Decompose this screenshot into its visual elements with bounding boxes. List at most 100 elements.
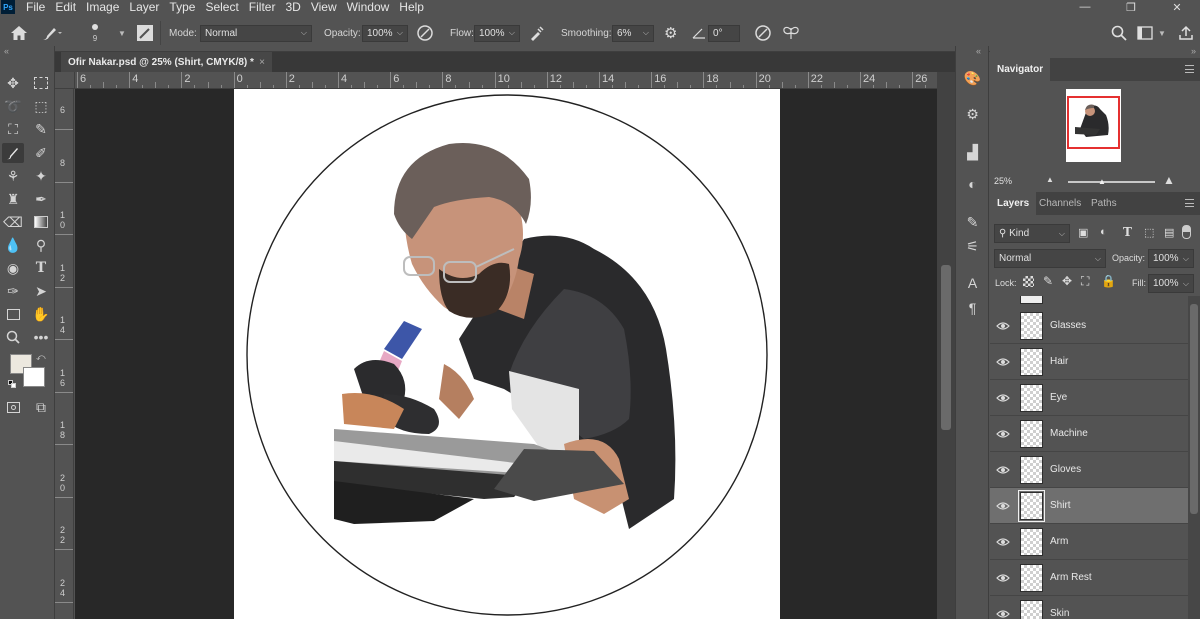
lock-all-icon[interactable]: 🔒 (1101, 274, 1116, 288)
layer-row[interactable]: Eye (990, 380, 1188, 416)
layer-row[interactable]: Shirt (990, 488, 1188, 524)
zoom-in-icon[interactable]: ▲ (1163, 173, 1175, 187)
paragraph-panel-icon[interactable]: ¶ (956, 298, 989, 318)
rectangle-tool-icon[interactable] (2, 304, 24, 324)
marquee-tool-icon[interactable] (30, 73, 52, 93)
angle-input[interactable]: 0° (708, 24, 740, 42)
zoom-out-icon[interactable]: ▲ (1046, 175, 1054, 184)
path-selection-tool-icon[interactable]: ➤ (30, 281, 52, 301)
history-brush-tool-icon[interactable]: ✒ (30, 189, 52, 209)
fill-input[interactable]: 100% ⌵ (1148, 274, 1194, 293)
lock-transparent-icon[interactable] (1023, 276, 1034, 287)
airbrush-icon[interactable] (528, 14, 546, 52)
brush-settings-panel-strip-icon[interactable]: ⚟ (956, 236, 989, 256)
visibility-eye-icon[interactable] (990, 380, 1016, 416)
hand-tool-icon[interactable]: ✋ (30, 304, 52, 324)
navigator-thumbnail[interactable] (1066, 89, 1121, 162)
mode-select[interactable]: Normal ⌵ (200, 24, 312, 42)
blend-mode-select[interactable]: Normal ⌵ (994, 249, 1106, 268)
layer-row[interactable]: Glasses (990, 308, 1188, 344)
restore-button[interactable]: ❐ (1108, 0, 1154, 14)
filter-smart-object-icon[interactable]: ▤ (1164, 226, 1174, 239)
visibility-eye-icon[interactable] (990, 344, 1016, 380)
layers-scroll-thumb[interactable] (1190, 304, 1198, 514)
brush-size-picker[interactable]: 9 (92, 14, 98, 52)
filter-toggle-icon[interactable] (1182, 225, 1191, 239)
crop-tool-icon[interactable]: ⛶ (2, 119, 24, 139)
visibility-eye-icon[interactable] (990, 488, 1016, 524)
eyedropper-tool-icon[interactable]: ✎ (30, 119, 52, 139)
layer-row[interactable]: Machine (990, 416, 1188, 452)
healing-brush-tool-icon[interactable]: ✦ (30, 166, 52, 186)
layers-menu-icon[interactable] (1185, 199, 1194, 207)
menu-filter[interactable]: Filter (249, 0, 276, 14)
layer-row[interactable]: Arm (990, 524, 1188, 560)
stamp-tool-icon[interactable]: ♜ (2, 189, 24, 209)
visibility-eye-icon[interactable] (990, 596, 1016, 619)
blur-tool-icon[interactable]: 💧 (2, 235, 24, 255)
default-colors-icon[interactable] (8, 380, 16, 388)
visibility-eye-icon[interactable] (990, 416, 1016, 452)
lock-artboard-icon[interactable]: ⛶ (1081, 274, 1089, 289)
layer-thumbnail[interactable] (1018, 489, 1045, 522)
zoom-slider-handle[interactable]: ▲ (1098, 177, 1106, 186)
menu-window[interactable]: Window (347, 0, 390, 14)
brush-picker-chevron-icon[interactable]: ▼ (118, 29, 126, 38)
brush-tool-icon[interactable] (2, 143, 24, 163)
adjustments-panel-icon[interactable]: ◐ (956, 174, 989, 194)
menu-view[interactable]: View (311, 0, 337, 14)
zoom-value[interactable]: 25% (994, 176, 1012, 186)
lock-image-icon[interactable]: ✎ (1043, 274, 1053, 288)
layer-thumbnail[interactable] (1020, 383, 1043, 412)
dodge-tool-icon[interactable]: ⚲ (30, 235, 52, 255)
document-canvas[interactable] (234, 89, 780, 619)
eraser-tool-icon[interactable]: ⌫ (2, 212, 24, 232)
move-tool-icon[interactable]: ✥ (2, 73, 24, 93)
filter-shape-icon[interactable]: ⬚ (1144, 226, 1154, 239)
navigator-view-box[interactable] (1067, 96, 1120, 149)
visibility-eye-icon[interactable] (990, 560, 1016, 596)
layer-thumbnail[interactable] (1020, 347, 1043, 376)
zoom-slider[interactable]: ▲ (1068, 177, 1155, 186)
layer-row[interactable]: Hair (990, 344, 1188, 380)
layer-thumbnail[interactable] (1020, 419, 1043, 448)
smoothing-input[interactable]: 6% ⌵ (612, 24, 654, 42)
zoom-tool-icon[interactable] (2, 327, 24, 347)
navigator-menu-icon[interactable] (1185, 65, 1194, 73)
menu-help[interactable]: Help (399, 0, 424, 14)
layer-filter-select[interactable]: ⚲ Kind ⌵ (994, 224, 1070, 243)
tab-navigator[interactable]: Navigator (990, 58, 1051, 81)
close-tab-icon[interactable]: × (259, 57, 265, 68)
tab-channels[interactable]: Channels (1032, 192, 1088, 215)
visibility-eye-icon[interactable] (990, 452, 1016, 488)
brush-settings-panel-icon[interactable] (137, 14, 153, 52)
quick-mask-icon[interactable] (2, 397, 24, 417)
menu-image[interactable]: Image (86, 0, 119, 14)
menu-type[interactable]: Type (169, 0, 195, 14)
layer-row[interactable]: Gloves (990, 452, 1188, 488)
layer-thumbnail[interactable] (1020, 527, 1043, 556)
clone-stamp-tool-icon[interactable]: ⚘ (2, 166, 24, 186)
properties-panel-icon[interactable]: ⚙ (956, 104, 989, 124)
menu-select[interactable]: Select (205, 0, 238, 14)
type-tool-icon[interactable]: T (30, 258, 52, 278)
menu-edit[interactable]: Edit (55, 0, 76, 14)
tab-paths[interactable]: Paths (1084, 192, 1124, 215)
screen-mode-icon[interactable]: ⧉ (30, 397, 52, 417)
layer-thumbnail[interactable] (1020, 455, 1043, 484)
expand-panels-icon[interactable]: « (976, 46, 981, 56)
lasso-tool-icon[interactable]: ➰ (2, 96, 24, 116)
pen-tool-icon[interactable]: ✑ (2, 281, 24, 301)
filter-pixel-icon[interactable]: ▣ (1078, 226, 1088, 239)
menu-3d[interactable]: 3D (285, 0, 300, 14)
lock-position-icon[interactable]: ✥ (1062, 274, 1072, 288)
symmetry-butterfly-icon[interactable] (782, 14, 800, 52)
menu-layer[interactable]: Layer (129, 0, 159, 14)
pressure-opacity-icon[interactable] (416, 14, 434, 52)
document-tab[interactable]: Ofir Nakar.psd @ 25% (Shirt, CMYK/8) * × (61, 52, 272, 72)
layer-thumbnail[interactable] (1020, 599, 1043, 619)
pencil-tool-icon[interactable]: ✐ (30, 143, 52, 163)
more-tools-icon[interactable]: ••• (30, 327, 52, 347)
color-panel-icon[interactable]: 🎨 (956, 68, 989, 88)
close-window-button[interactable]: ✕ (1154, 0, 1200, 14)
